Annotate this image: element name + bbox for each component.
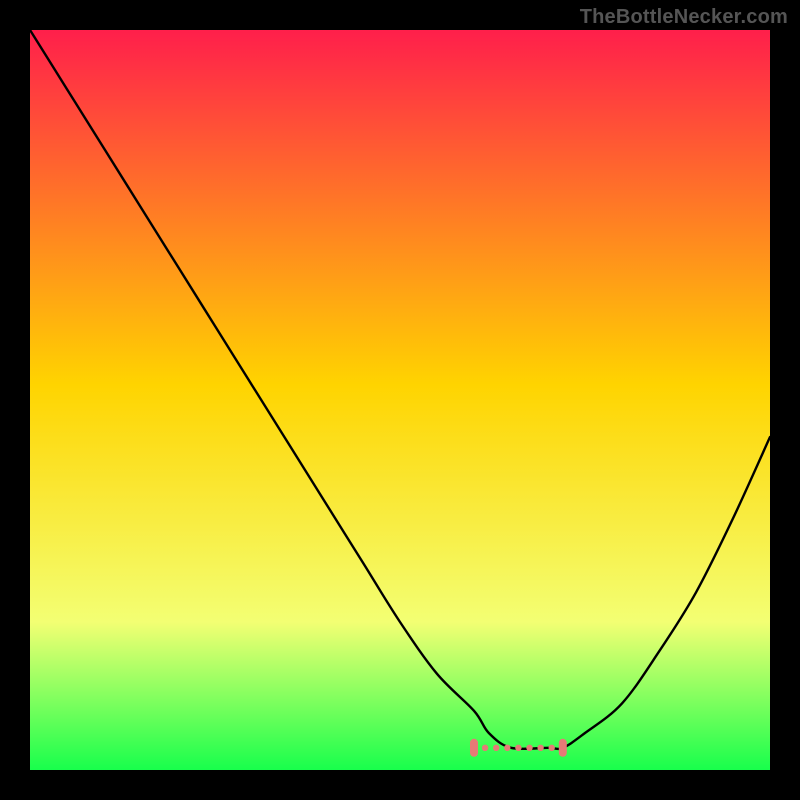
band-dot [504,745,510,751]
band-cap [470,739,478,757]
bottleneck-chart [30,30,770,770]
band-dot [549,745,555,751]
chart-container: TheBottleNecker.com [0,0,800,800]
band-dot [482,745,488,751]
band-dot [493,745,499,751]
band-dot [515,745,521,751]
band-dot [537,745,543,751]
band-dot [526,745,532,751]
band-cap [559,739,567,757]
watermark-text: TheBottleNecker.com [580,6,788,29]
plot-area [30,30,770,770]
gradient-background [30,30,770,770]
